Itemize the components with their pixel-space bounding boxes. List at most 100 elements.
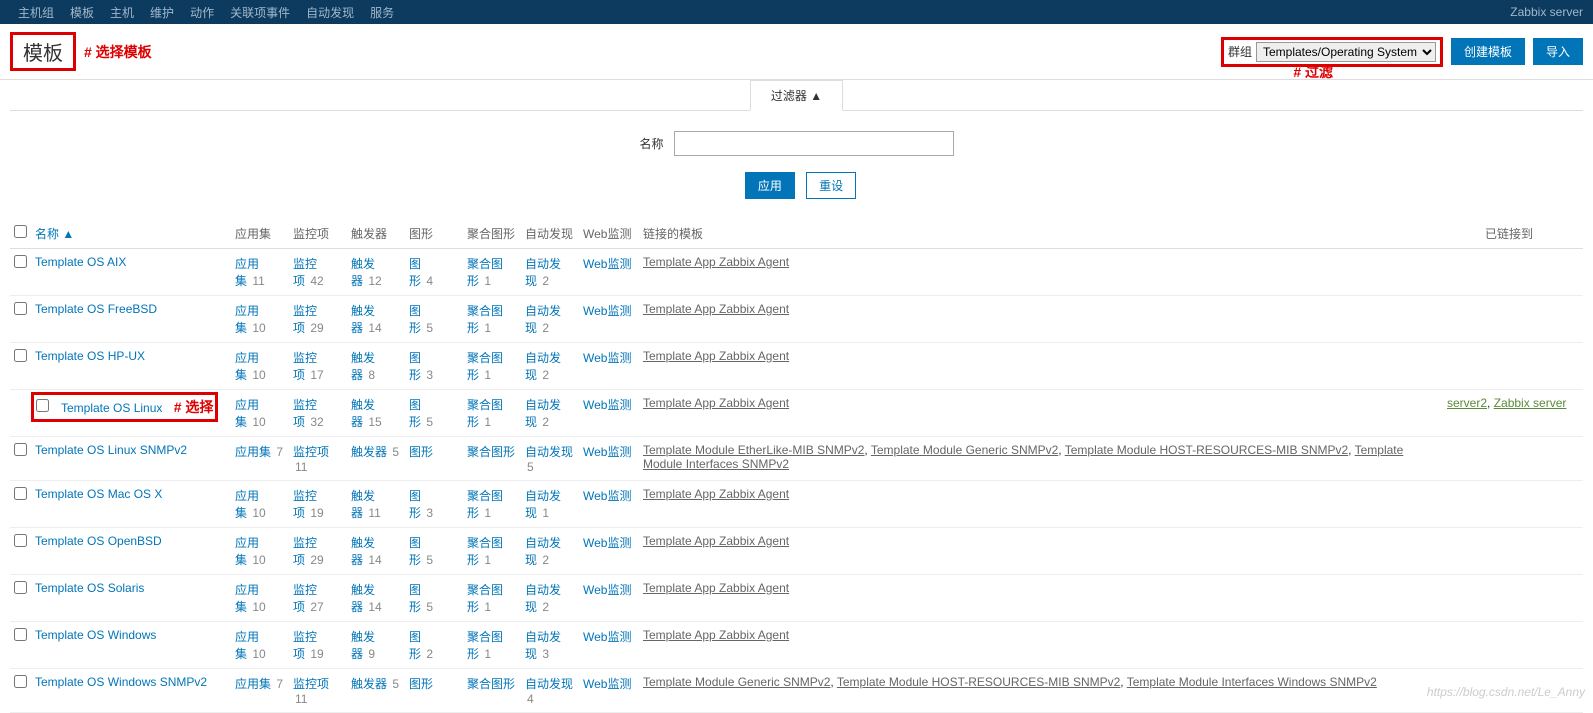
- count: 27: [310, 600, 323, 614]
- cell-link[interactable]: 图形: [409, 536, 421, 567]
- row-checkbox[interactable]: [14, 628, 27, 641]
- row-checkbox[interactable]: [14, 443, 27, 456]
- linked-template[interactable]: Template App Zabbix Agent: [643, 349, 789, 363]
- cell-link[interactable]: 聚合图形: [467, 445, 515, 459]
- cell-link[interactable]: 聚合图形: [467, 677, 515, 691]
- web-link[interactable]: Web监测: [583, 445, 631, 459]
- cell-link[interactable]: 应用集: [235, 677, 271, 691]
- linked-template[interactable]: Template Module HOST-RESOURCES-MIB SNMPv…: [837, 675, 1120, 689]
- count: 2: [542, 600, 549, 614]
- nav-item[interactable]: 服务: [362, 4, 402, 21]
- template-name-link[interactable]: Template OS OpenBSD: [35, 534, 162, 548]
- web-link[interactable]: Web监测: [583, 398, 631, 412]
- row-checkbox[interactable]: [36, 399, 49, 412]
- cell-link[interactable]: 监控项: [293, 677, 329, 691]
- row-checkbox[interactable]: [14, 675, 27, 688]
- cell-link[interactable]: 自动发现: [525, 445, 573, 459]
- web-link[interactable]: Web监测: [583, 304, 631, 318]
- count: 5: [392, 445, 399, 459]
- page-header: 模板 # 选择模板 群组 Templates/Operating Systems…: [0, 24, 1593, 80]
- table-row: Template OS OpenBSD 应用集 10 监控项 29 触发器 14…: [10, 528, 1583, 575]
- template-name-link[interactable]: Template OS Windows SNMPv2: [35, 675, 207, 689]
- linked-template[interactable]: Template App Zabbix Agent: [643, 255, 789, 269]
- nav-item[interactable]: 主机: [102, 4, 142, 21]
- select-all-checkbox[interactable]: [14, 225, 27, 238]
- template-name-link[interactable]: Template OS FreeBSD: [35, 302, 157, 316]
- row-checkbox[interactable]: [14, 581, 27, 594]
- template-name-link[interactable]: Template OS HP-UX: [35, 349, 145, 363]
- web-link[interactable]: Web监测: [583, 583, 631, 597]
- count: 11: [295, 692, 307, 706]
- web-link[interactable]: Web监测: [583, 257, 631, 271]
- web-link[interactable]: Web监测: [583, 489, 631, 503]
- web-link[interactable]: Web监测: [583, 677, 631, 691]
- linked-template[interactable]: Template Module Generic SNMPv2: [643, 675, 830, 689]
- template-name-link[interactable]: Template OS Linux SNMPv2: [35, 443, 187, 457]
- cell-link[interactable]: 图形: [409, 304, 421, 335]
- linked-to[interactable]: server2: [1447, 396, 1487, 410]
- cell-link[interactable]: 图形: [409, 398, 421, 429]
- cell-link[interactable]: 图形: [409, 489, 421, 520]
- col-screens: 聚合图形: [463, 219, 521, 249]
- create-template-button[interactable]: 创建模板: [1451, 38, 1525, 65]
- nav-item[interactable]: 关联项事件: [222, 4, 298, 21]
- col-linkedto: 已链接到: [1443, 219, 1583, 249]
- reset-button[interactable]: 重设: [806, 172, 856, 199]
- cell-link[interactable]: 图形: [409, 677, 433, 691]
- linked-to[interactable]: Zabbix server: [1494, 396, 1567, 410]
- template-name-link[interactable]: Template OS AIX: [35, 255, 126, 269]
- count: 17: [310, 368, 323, 382]
- linked-template[interactable]: Template App Zabbix Agent: [643, 487, 789, 501]
- linked-template[interactable]: Template App Zabbix Agent: [643, 396, 789, 410]
- linked-template[interactable]: Template App Zabbix Agent: [643, 581, 789, 595]
- nav-item[interactable]: 维护: [142, 4, 182, 21]
- template-name-link[interactable]: Template OS Mac OS X: [35, 487, 162, 501]
- col-web: Web监测: [579, 219, 639, 249]
- linked-template[interactable]: Template Module EtherLike-MIB SNMPv2: [643, 443, 864, 457]
- row-checkbox[interactable]: [14, 255, 27, 268]
- row-checkbox[interactable]: [14, 302, 27, 315]
- group-select[interactable]: Templates/Operating Systems: [1256, 42, 1436, 62]
- nav-item[interactable]: 主机组: [10, 4, 62, 21]
- cell-link[interactable]: 图形: [409, 445, 433, 459]
- linked-template[interactable]: Template App Zabbix Agent: [643, 302, 789, 316]
- linked-template[interactable]: Template Module Generic SNMPv2: [871, 443, 1058, 457]
- web-link[interactable]: Web监测: [583, 536, 631, 550]
- filter-tab[interactable]: 过滤器 ▲: [750, 80, 843, 111]
- nav-item[interactable]: 模板: [62, 4, 102, 21]
- linked-template[interactable]: Template App Zabbix Agent: [643, 534, 789, 548]
- nav-item[interactable]: 动作: [182, 4, 222, 21]
- apply-button[interactable]: 应用: [745, 172, 795, 199]
- count: 3: [426, 506, 433, 520]
- row-checkbox[interactable]: [14, 487, 27, 500]
- count: 1: [484, 600, 491, 614]
- cell-link[interactable]: 自动发现: [525, 677, 573, 691]
- annotation-select-template: # 选择模板: [84, 42, 152, 62]
- col-name[interactable]: 名称 ▲: [31, 219, 231, 249]
- cell-link[interactable]: 图形: [409, 583, 421, 614]
- web-link[interactable]: Web监测: [583, 351, 631, 365]
- annotation-filter: # 过滤: [1293, 62, 1333, 82]
- cell-link[interactable]: 应用集: [235, 445, 271, 459]
- web-link[interactable]: Web监测: [583, 630, 631, 644]
- import-button[interactable]: 导入: [1533, 38, 1583, 65]
- filter-name-input[interactable]: [674, 131, 954, 156]
- row-checkbox[interactable]: [14, 349, 27, 362]
- cell-link[interactable]: 图形: [409, 257, 421, 288]
- template-name-link[interactable]: Template OS Windows: [35, 628, 156, 642]
- template-name-link[interactable]: Template OS Linux: [61, 401, 162, 415]
- row-checkbox[interactable]: [14, 534, 27, 547]
- linked-template[interactable]: Template App Zabbix Agent: [643, 628, 789, 642]
- cell-link[interactable]: 触发器: [351, 677, 387, 691]
- table-row: Template OS FreeBSD 应用集 10 监控项 29 触发器 14…: [10, 296, 1583, 343]
- linked-template[interactable]: Template Module Interfaces Windows SNMPv…: [1127, 675, 1377, 689]
- cell-link[interactable]: 监控项: [293, 445, 329, 459]
- count: 10: [252, 506, 265, 520]
- cell-link[interactable]: 图形: [409, 630, 421, 661]
- nav-item[interactable]: 自动发现: [298, 4, 362, 21]
- table-row: Template OS AIX 应用集 11 监控项 42 触发器 12 图形 …: [10, 249, 1583, 296]
- template-name-link[interactable]: Template OS Solaris: [35, 581, 144, 595]
- linked-template[interactable]: Template Module HOST-RESOURCES-MIB SNMPv…: [1065, 443, 1348, 457]
- cell-link[interactable]: 图形: [409, 351, 421, 382]
- cell-link[interactable]: 触发器: [351, 445, 387, 459]
